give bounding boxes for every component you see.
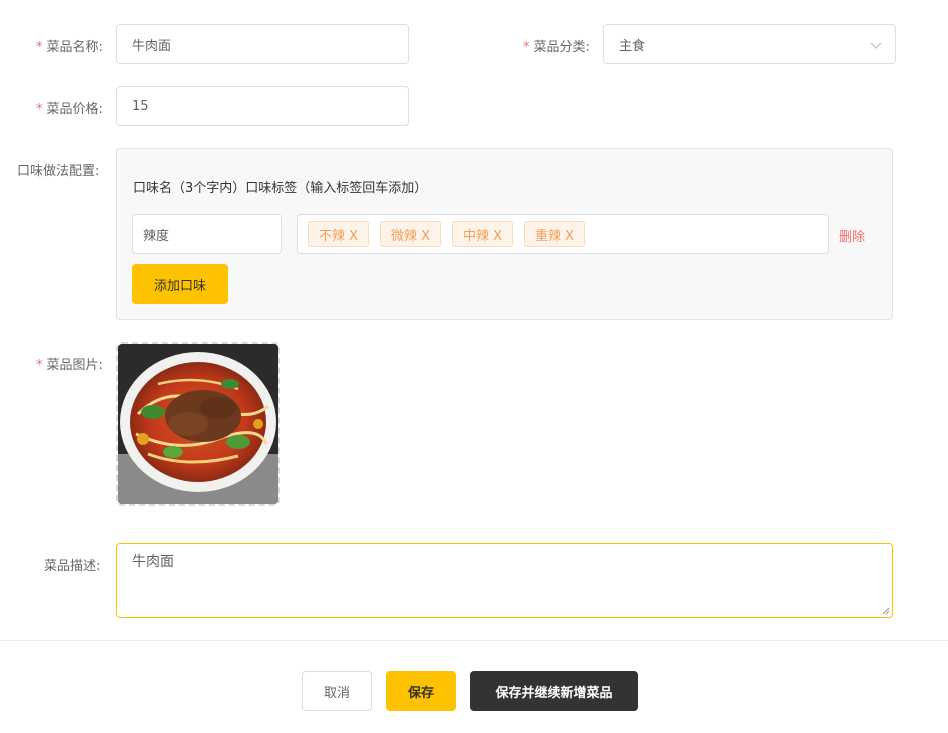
required-mark: * — [36, 40, 43, 55]
cancel-button[interactable]: 取消 — [302, 671, 372, 711]
required-mark: * — [36, 102, 43, 117]
dish-price-label: * 菜品价格: — [36, 102, 103, 117]
dish-image-label: * 菜品图片: — [36, 358, 103, 373]
save-and-continue-button[interactable]: 保存并继续新增菜品 — [470, 671, 638, 711]
footer-divider — [0, 640, 948, 641]
required-mark: * — [36, 358, 43, 373]
flavor-tag[interactable]: 中辣 X — [452, 221, 514, 247]
dish-description-label: 菜品描述: — [44, 559, 101, 574]
flavor-header: 口味名（3个字内）口味标签（输入标签回车添加） — [133, 181, 428, 196]
dish-price-input[interactable]: 15 — [116, 86, 409, 126]
flavor-name-input[interactable]: 辣度 — [132, 214, 282, 254]
dish-name-label: * 菜品名称: — [36, 40, 103, 55]
dish-category-label: * 菜品分类: — [523, 40, 590, 55]
chevron-down-icon — [870, 42, 882, 49]
dish-category-select[interactable]: 主食 — [603, 24, 896, 64]
flavor-tag[interactable]: 微辣 X — [380, 221, 442, 247]
dish-description-textarea[interactable]: 牛肉面 — [116, 543, 893, 618]
save-button[interactable]: 保存 — [386, 671, 456, 711]
dish-name-input[interactable]: 牛肉面 — [116, 24, 409, 64]
add-flavor-button[interactable]: 添加口味 — [132, 264, 228, 304]
dish-photo-icon — [118, 344, 278, 504]
flavor-tag[interactable]: 重辣 X — [524, 221, 586, 247]
required-mark: * — [523, 40, 530, 55]
delete-flavor-link[interactable]: 删除 — [839, 226, 865, 245]
resize-grip-icon[interactable] — [882, 607, 890, 615]
flavor-tag[interactable]: 不辣 X — [308, 221, 370, 247]
dish-image-upload[interactable] — [116, 342, 280, 506]
flavor-tags-input[interactable]: 不辣 X 微辣 X 中辣 X 重辣 X — [297, 214, 829, 254]
flavor-config-label: 口味做法配置: — [17, 164, 100, 179]
